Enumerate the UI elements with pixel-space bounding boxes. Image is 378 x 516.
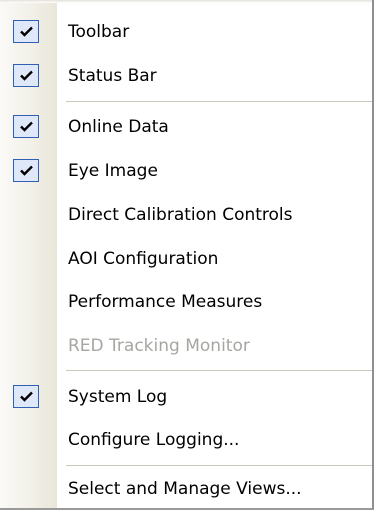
menu-item-label: AOI Configuration: [68, 249, 219, 269]
menu-separator: [66, 101, 372, 102]
menu-separator: [66, 370, 372, 371]
menu-item-eye-image[interactable]: Eye Image: [0, 153, 372, 189]
checkmark-icon: [13, 385, 39, 408]
menu-item-label: RED Tracking Monitor: [68, 336, 250, 356]
menu-item-label: Status Bar: [68, 66, 157, 86]
menu-item-status-bar[interactable]: Status Bar: [0, 58, 372, 94]
checkmark-icon: [13, 20, 39, 43]
checkmark-icon: [13, 159, 39, 182]
menu-item-label: Eye Image: [68, 161, 158, 181]
menu-separator: [66, 465, 372, 466]
menu-item-system-log[interactable]: System Log: [0, 379, 372, 415]
menu-item-red-tracking-monitor: RED Tracking Monitor: [0, 328, 372, 364]
menu-item-configure-logging[interactable]: Configure Logging...: [0, 422, 372, 458]
menu-item-label: Configure Logging...: [68, 430, 240, 450]
menu-item-label: System Log: [68, 387, 168, 407]
menu-item-label: Toolbar: [68, 22, 130, 42]
menu-item-online-data[interactable]: Online Data: [0, 109, 372, 145]
menu-item-direct-calibration-controls[interactable]: Direct Calibration Controls: [0, 197, 372, 233]
menu-item-toolbar[interactable]: Toolbar: [0, 14, 372, 50]
menu-item-label: Performance Measures: [68, 292, 263, 312]
menu-item-label: Direct Calibration Controls: [68, 205, 293, 225]
menu-top-edge: [0, 0, 372, 3]
menu-item-label: Online Data: [68, 117, 169, 137]
menu-item-performance-measures[interactable]: Performance Measures: [0, 284, 372, 320]
checkmark-icon: [13, 115, 39, 138]
menu-item-label: Select and Manage Views...: [68, 479, 302, 499]
menu-item-select-and-manage-views[interactable]: Select and Manage Views...: [0, 471, 372, 507]
view-context-menu: Toolbar Status Bar Online Data Eye Image…: [0, 0, 374, 510]
checkmark-icon: [13, 64, 39, 87]
menu-item-aoi-configuration[interactable]: AOI Configuration: [0, 241, 372, 277]
